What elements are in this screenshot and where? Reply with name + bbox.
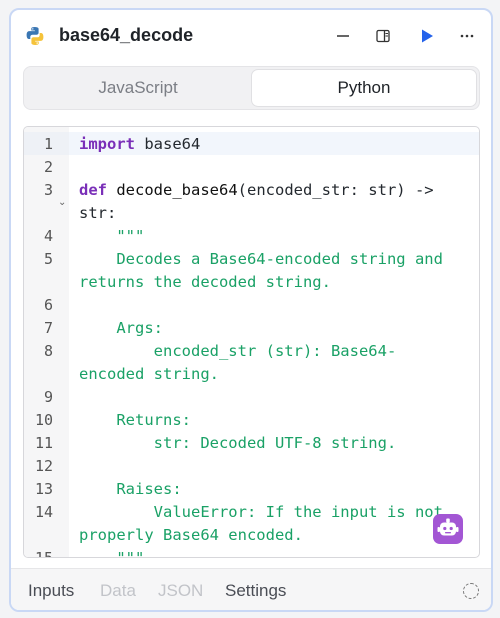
docstring-line: Decodes a Base64-encoded string and [79,250,443,268]
docstring-line-wrap: encoded string. [79,365,219,383]
line-number: 9 [43,388,53,406]
minimize-icon [337,35,349,37]
play-icon [422,29,433,43]
line-number: 8 [43,342,53,360]
code-node-panel: base64_decode JavaScript Python 1 2 3 ⌄ … [9,8,493,612]
minimize-button[interactable] [331,24,355,48]
line-number: 13 [34,480,53,498]
code-editor[interactable]: 1 2 3 ⌄ 4 5 6 7 8 9 10 11 12 13 14 15 im… [23,126,480,558]
node-header: base64_decode [11,10,491,62]
docstring-line: encoded_str (str): Base64- [79,342,397,360]
more-icon [460,34,474,38]
panel-icon [376,29,390,43]
language-tabs: JavaScript Python [23,66,480,110]
tab-settings[interactable]: Settings [225,581,286,601]
tab-python[interactable]: Python [251,69,477,107]
toggle-panel-button[interactable] [371,24,395,48]
code-text: (encoded_str: str) -> [237,181,434,199]
tab-javascript[interactable]: JavaScript [26,69,250,107]
code-line: def decode_base64(encoded_str: str) -> [79,181,434,199]
line-number: 12 [34,457,53,475]
line-number: 10 [34,411,53,429]
docstring-line-wrap: properly Base64 encoded. [79,526,303,544]
docstring-line: """ [79,549,145,558]
tab-inputs[interactable]: Inputs [28,581,74,601]
fold-chevron-icon[interactable]: ⌄ [58,197,66,208]
node-title: base64_decode [59,25,194,45]
line-number: 7 [43,319,53,337]
code-line: import base64 [79,135,200,153]
loading-spinner-icon [463,583,479,599]
more-options-button[interactable] [455,24,479,48]
docstring-line: Returns: [79,411,191,429]
tab-data: Data [100,581,136,600]
docstring-line: Raises: [79,480,182,498]
python-logo-icon [26,27,44,45]
docstring-line: """ [79,227,145,245]
run-button[interactable] [415,24,439,48]
line-number: 5 [43,250,53,268]
keyword-import: import [79,135,135,153]
line-number: 2 [43,158,53,176]
code-text: base64 [135,135,201,153]
keyword-def: def [79,181,107,199]
robot-icon [437,518,459,536]
line-number: 3 [43,181,53,199]
node-footer: Inputs Data JSON Settings [11,568,491,610]
line-number: 14 [34,503,53,521]
code-line-wrap: str: [79,204,117,222]
tab-json: JSON [158,581,204,600]
line-number: 4 [43,227,53,245]
function-name: decode_base64 [107,181,238,199]
docstring-line: Args: [79,319,163,337]
line-number: 11 [34,434,53,452]
docstring-line-wrap: returns the decoded string. [79,273,331,291]
line-number: 6 [43,296,53,314]
docstring-line: str: Decoded UTF-8 string. [79,434,397,452]
ai-assistant-button[interactable] [433,514,463,544]
line-number: 15 [34,549,53,558]
docstring-line: ValueError: If the input is not [79,503,443,521]
line-number: 1 [43,135,53,153]
